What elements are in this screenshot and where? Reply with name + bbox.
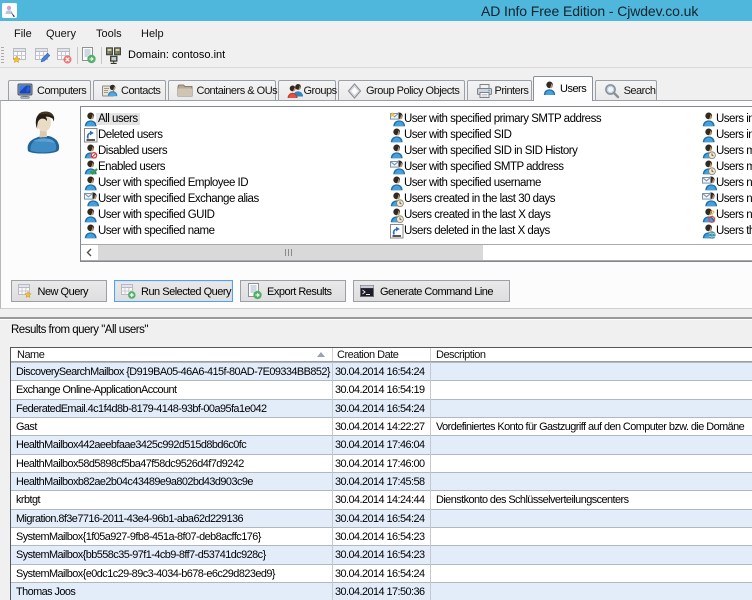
svg-text:?: ? (710, 209, 715, 218)
